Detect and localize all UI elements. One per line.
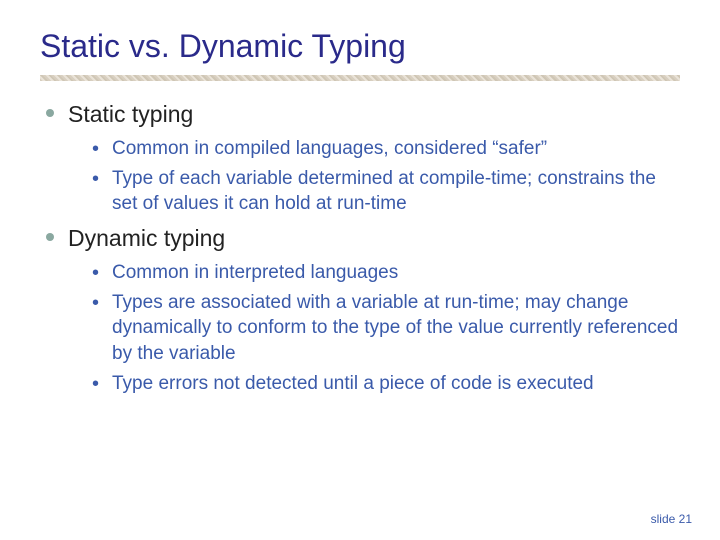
slide-title: Static vs. Dynamic Typing: [40, 28, 680, 65]
list-item: Common in compiled languages, considered…: [92, 136, 680, 162]
slide-number: slide 21: [651, 512, 692, 526]
bullet-text: Types are associated with a variable at …: [112, 292, 678, 364]
list-item: Type errors not detected until a piece o…: [92, 371, 680, 397]
list-item: Types are associated with a variable at …: [92, 290, 680, 367]
bullet-list: Static typing Common in compiled languag…: [40, 99, 680, 396]
section-heading: Dynamic typing: [68, 225, 225, 251]
sub-list: Common in interpreted languages Types ar…: [68, 260, 680, 396]
bullet-text: Type of each variable determined at comp…: [112, 168, 656, 215]
list-item: Dynamic typing Common in interpreted lan…: [40, 223, 680, 396]
divider: [40, 75, 680, 81]
bullet-text: Common in compiled languages, considered…: [112, 138, 547, 159]
slide-content: Static vs. Dynamic Typing Static typing …: [0, 0, 720, 396]
list-item: Type of each variable determined at comp…: [92, 166, 680, 217]
bullet-text: Type errors not detected until a piece o…: [112, 373, 594, 394]
list-item: Static typing Common in compiled languag…: [40, 99, 680, 217]
list-item: Common in interpreted languages: [92, 260, 680, 286]
section-heading: Static typing: [68, 101, 193, 127]
sub-list: Common in compiled languages, considered…: [68, 136, 680, 217]
bullet-text: Common in interpreted languages: [112, 262, 398, 283]
